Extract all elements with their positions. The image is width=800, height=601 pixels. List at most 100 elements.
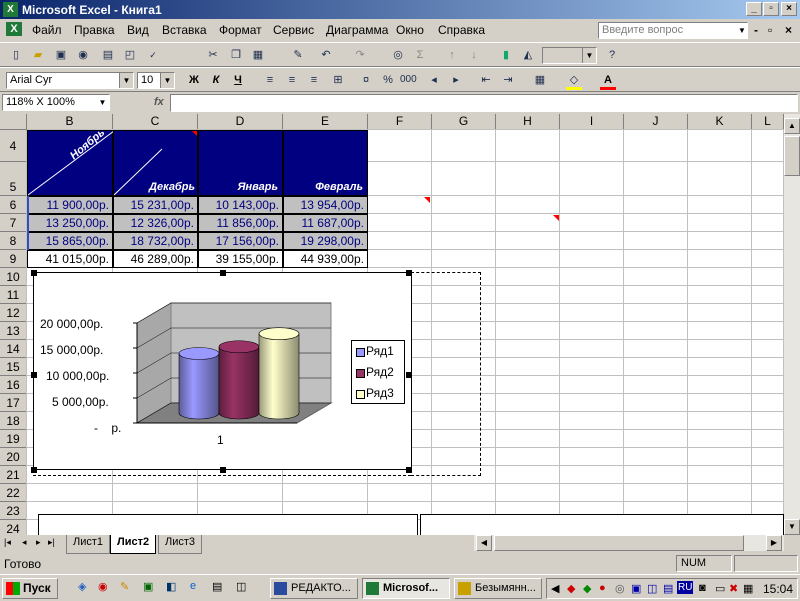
menu-file[interactable]: Файл <box>32 23 62 37</box>
undo-icon[interactable]: ↶ <box>318 48 334 62</box>
quicklaunch-icon[interactable]: ◈ <box>78 580 86 593</box>
tray-icon[interactable]: ✖ <box>729 582 738 595</box>
cut-icon[interactable]: ✂ <box>205 48 221 62</box>
resize-handle[interactable] <box>31 270 37 276</box>
tray-icon[interactable]: ◆ <box>567 582 575 595</box>
autosum-icon[interactable]: Σ <box>412 48 428 62</box>
doc-minimize-button[interactable]: - <box>754 23 758 37</box>
table-cell[interactable]: 11 687,00р. <box>283 214 368 232</box>
menu-tools[interactable]: Сервис <box>273 23 314 37</box>
menu-chart[interactable]: Диаграмма <box>326 23 388 37</box>
close-button[interactable]: × <box>781 2 797 16</box>
horizontal-scroll-thumb[interactable] <box>494 535 744 551</box>
table-cell[interactable]: 13 250,00р. <box>27 214 113 232</box>
new-document-icon[interactable]: ▯ <box>8 48 24 62</box>
table-cell[interactable]: 15 231,00р. <box>113 196 198 214</box>
currency-icon[interactable]: ¤ <box>358 73 374 87</box>
spelling-icon[interactable]: ✓ <box>145 48 161 62</box>
italic-button[interactable]: К <box>208 73 224 87</box>
table-cell[interactable]: 13 954,00р. <box>283 196 368 214</box>
table-cell[interactable]: 11 856,00р. <box>198 214 283 232</box>
resize-handle[interactable] <box>31 372 37 378</box>
open-folder-icon[interactable]: ▰ <box>30 48 46 62</box>
table-cell[interactable]: 18 732,00р. <box>113 232 198 250</box>
clock[interactable]: 15:04 <box>763 582 793 596</box>
drawing-icon[interactable]: ◭ <box>520 48 536 62</box>
underline-button[interactable]: Ч <box>230 73 246 87</box>
resize-handle[interactable] <box>406 270 412 276</box>
worksheet-grid[interactable]: BCDEFGHIJKL 4 5 6 7 8 9 10 11 12 13 14 15 16 17 18 19 20… <box>0 114 784 535</box>
resize-handle[interactable] <box>406 467 412 473</box>
maximize-button[interactable]: ▫ <box>763 2 779 16</box>
tray-icon[interactable]: ● <box>599 582 606 594</box>
total-cell[interactable]: 41 015,00р. <box>27 250 113 268</box>
header-cell-december[interactable]: Декабрь <box>113 130 198 196</box>
zoom-combo[interactable]: ▼ <box>542 47 597 64</box>
workbook-icon[interactable]: X <box>6 22 22 36</box>
tray-icon[interactable]: ▦ <box>743 582 753 595</box>
task-paint[interactable]: Безымянн... <box>454 578 542 599</box>
formula-input[interactable] <box>170 94 798 112</box>
font-name-select[interactable]: Arial Cyr ▼ <box>6 72 134 89</box>
insert-function-icon[interactable]: fx <box>154 96 164 108</box>
task-word[interactable]: РЕДАКТО... <box>270 578 358 599</box>
quicklaunch-icon[interactable]: ◫ <box>236 580 246 593</box>
start-button[interactable]: Пуск <box>2 578 58 599</box>
ask-question-input[interactable]: Введите вопрос <box>598 22 748 39</box>
tray-icon[interactable]: ▤ <box>663 582 673 595</box>
paste-icon[interactable]: ▦ <box>250 48 266 62</box>
font-color-icon[interactable]: A <box>600 73 616 90</box>
resize-handle[interactable] <box>31 467 37 473</box>
tray-icon[interactable]: ◙ <box>699 582 706 594</box>
hyperlink-icon[interactable]: ◎ <box>390 48 406 62</box>
align-right-icon[interactable]: ≡ <box>306 73 322 87</box>
align-center-icon[interactable]: ≡ <box>284 73 300 87</box>
header-cell-november[interactable]: Ноябрь <box>27 127 114 196</box>
print-icon[interactable]: ▤ <box>100 48 116 62</box>
save-icon[interactable]: ▣ <box>53 48 69 62</box>
sort-desc-icon[interactable]: ↓ <box>466 48 482 62</box>
tray-icon[interactable]: ◆ <box>583 582 591 595</box>
permission-icon[interactable]: ◉ <box>75 48 91 62</box>
vertical-scroll-thumb[interactable] <box>784 136 800 176</box>
vertical-scrollbar[interactable]: ▲ ▼ <box>784 114 800 535</box>
name-box[interactable]: 118% X 100% ▼ <box>2 94 110 111</box>
ask-dropdown-icon[interactable]: ▼ <box>738 26 746 35</box>
menu-edit[interactable]: Правка <box>74 23 115 37</box>
resize-handle[interactable] <box>220 270 226 276</box>
redo-icon[interactable]: ↷ <box>352 48 368 62</box>
volume-icon[interactable]: ◀ <box>551 582 559 595</box>
doc-restore-button[interactable]: ▫ <box>768 23 772 37</box>
header-cell-january[interactable]: Январь <box>198 130 283 196</box>
excel-app-icon[interactable]: X <box>3 2 18 17</box>
quicklaunch-icon[interactable]: ◉ <box>98 580 108 593</box>
sort-asc-icon[interactable]: ↑ <box>444 48 460 62</box>
minimize-button[interactable]: _ <box>746 2 762 16</box>
copy-icon[interactable]: ❐ <box>228 48 244 62</box>
menu-view[interactable]: Вид <box>127 23 149 37</box>
menu-window[interactable]: Окно <box>396 23 424 37</box>
scroll-up-icon[interactable]: ▲ <box>784 118 800 134</box>
tab-prev-icon[interactable]: ◂ <box>22 537 27 548</box>
borders-icon[interactable]: ▦ <box>532 73 548 87</box>
tray-icon[interactable]: ◎ <box>615 582 625 595</box>
total-cell[interactable]: 46 289,00р. <box>113 250 198 268</box>
chart-legend[interactable]: Ряд1 Ряд2 Ряд3 <box>351 340 405 404</box>
tray-icon[interactable]: ◫ <box>647 582 657 595</box>
tab-next-icon[interactable]: ▸ <box>36 537 41 548</box>
second-chart-object[interactable] <box>38 514 418 535</box>
third-chart-object[interactable] <box>420 514 784 535</box>
scroll-left-icon[interactable]: ◀ <box>476 535 492 551</box>
table-cell[interactable]: 11 900,00р. <box>27 196 113 214</box>
header-cell-february[interactable]: Февраль <box>283 130 368 196</box>
table-cell[interactable]: 12 326,00р. <box>113 214 198 232</box>
quicklaunch-icon[interactable]: ✎ <box>120 580 129 593</box>
help-icon[interactable]: ? <box>604 48 620 62</box>
tray-icon[interactable]: ▣ <box>631 582 641 595</box>
percent-icon[interactable]: % <box>380 73 396 87</box>
menu-help[interactable]: Справка <box>438 23 485 37</box>
quicklaunch-icon[interactable]: ▤ <box>212 580 222 593</box>
format-painter-icon[interactable]: ✎ <box>290 48 306 62</box>
increase-indent-icon[interactable]: ⇥ <box>500 73 516 87</box>
doc-close-button[interactable]: × <box>785 23 792 37</box>
